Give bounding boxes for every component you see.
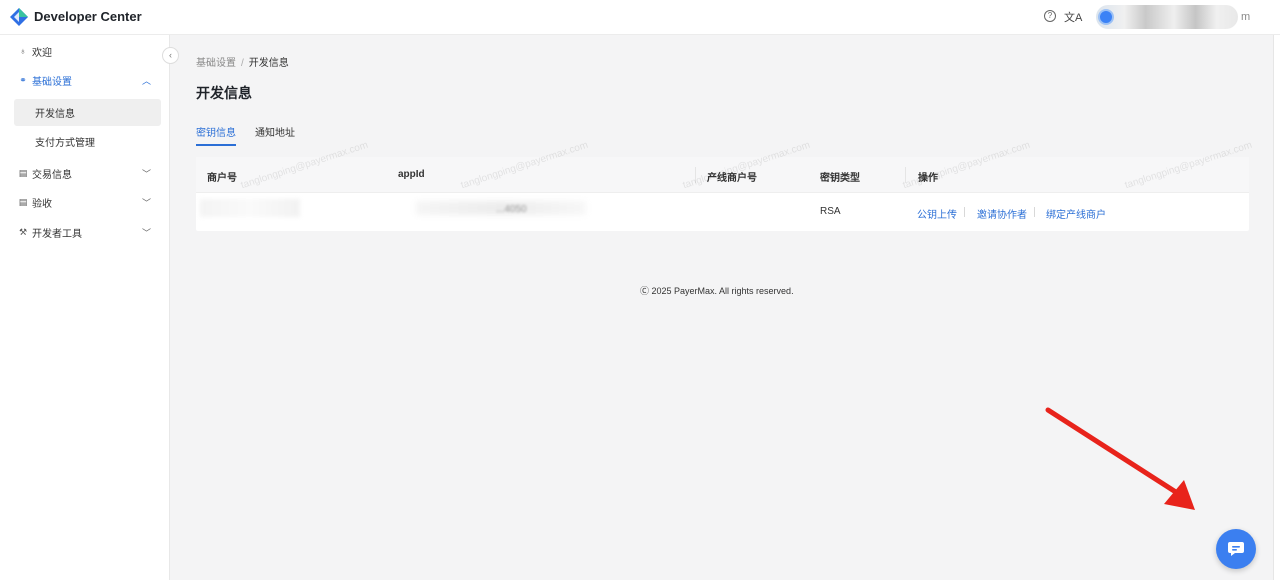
sidebar-subitem-label: 开发信息 [35,109,75,120]
sidebar-item-transactions[interactable]: ▤ 交易信息 ﹀ [0,160,170,186]
sidebar-item-label: 基础设置 [32,76,72,88]
sidebar-item-label: 欢迎 [32,47,52,59]
wrench-icon: ⚒ [18,226,28,237]
key-type-value: RSA [820,206,841,217]
sidebar-item-label: 开发者工具 [32,228,82,240]
sidebar: ♁ 欢迎 ⚭ 基础设置 ︿ 开发信息 支付方式管理 ▤ 交易信息 ﹀ ▤ 验收 … [0,35,170,580]
column-app-id: appId [398,169,425,180]
column-prod-merchant-no: 产线商户号 [707,173,757,184]
sidebar-item-label: 验收 [32,198,52,210]
upload-public-key-link[interactable]: 公钥上传 [917,206,957,221]
page-title: 开发信息 [196,85,252,101]
column-key-type: 密钥类型 [820,173,860,184]
table-header: 商户号 appId 产线商户号 密钥类型 操作 [196,157,1249,193]
chevron-down-icon: ﹀ [142,197,152,208]
tab-key-info[interactable]: 密钥信息 [196,124,236,146]
app-title[interactable]: Developer Center [34,9,142,24]
action-divider [964,207,965,217]
column-merchant-no: 商户号 [207,173,237,184]
avatar[interactable] [1098,9,1114,25]
invite-collaborator-link[interactable]: 邀请协作者 [977,206,1027,221]
key-info-table: 商户号 appId 产线商户号 密钥类型 操作 ...4050 RSA 公钥上传… [196,157,1249,231]
chat-support-button[interactable] [1216,529,1256,569]
breadcrumb: 基础设置 / 开发信息 [196,54,289,69]
chevron-down-icon: ﹀ [142,227,152,238]
sidebar-subitem-payment-methods[interactable]: 支付方式管理 [14,128,161,155]
app-id-value: ...4050 [496,204,527,215]
document-icon: ▤ [18,196,28,207]
column-divider [905,167,906,183]
sidebar-item-welcome[interactable]: ♁ 欢迎 [0,38,170,64]
bind-prod-merchant-link[interactable]: 绑定产线商户 [1046,206,1106,221]
action-divider [1034,207,1035,217]
user-menu[interactable] [1096,5,1238,29]
sidebar-item-acceptance[interactable]: ▤ 验收 ﹀ [0,189,170,215]
column-divider [695,167,696,183]
sidebar-item-label: 交易信息 [32,169,72,181]
breadcrumb-current: 开发信息 [248,58,289,69]
tab-notify-url[interactable]: 通知地址 [255,124,295,146]
annotation-arrow-icon [1045,407,1195,510]
top-header: Developer Center ? 文A m [0,0,1280,35]
footer-copyright: Ⓒ 2025 PayerMax. All rights reserved. [640,286,794,296]
sidebar-item-dev-tools[interactable]: ⚒ 开发者工具 ﹀ [0,219,170,245]
chevron-down-icon: ﹀ [142,168,152,179]
sidebar-subitem-label: 支付方式管理 [35,138,95,149]
sidebar-item-basic-settings[interactable]: ⚭ 基础设置 ︿ [0,67,170,93]
bulb-icon: ♁ [19,46,27,56]
scrollbar[interactable] [1273,35,1280,580]
sidebar-collapse-button[interactable]: ‹ [162,47,179,64]
breadcrumb-separator: / [241,58,244,69]
link-icon: ⚭ [19,74,27,85]
chat-bubble-icon [1228,542,1244,556]
document-icon: ▤ [18,167,28,178]
question-circle-icon[interactable]: ? [1044,10,1056,22]
user-name[interactable]: m [1241,11,1250,23]
chevron-up-icon: ︿ [142,75,152,86]
developer-center-logo-icon[interactable] [10,8,28,26]
breadcrumb-parent[interactable]: 基础设置 [196,58,236,69]
redacted-merchant-no [200,199,300,217]
column-actions: 操作 [918,173,938,184]
translate-icon[interactable]: 文A [1064,9,1082,25]
sidebar-subitem-dev-info[interactable]: 开发信息 [14,99,161,126]
